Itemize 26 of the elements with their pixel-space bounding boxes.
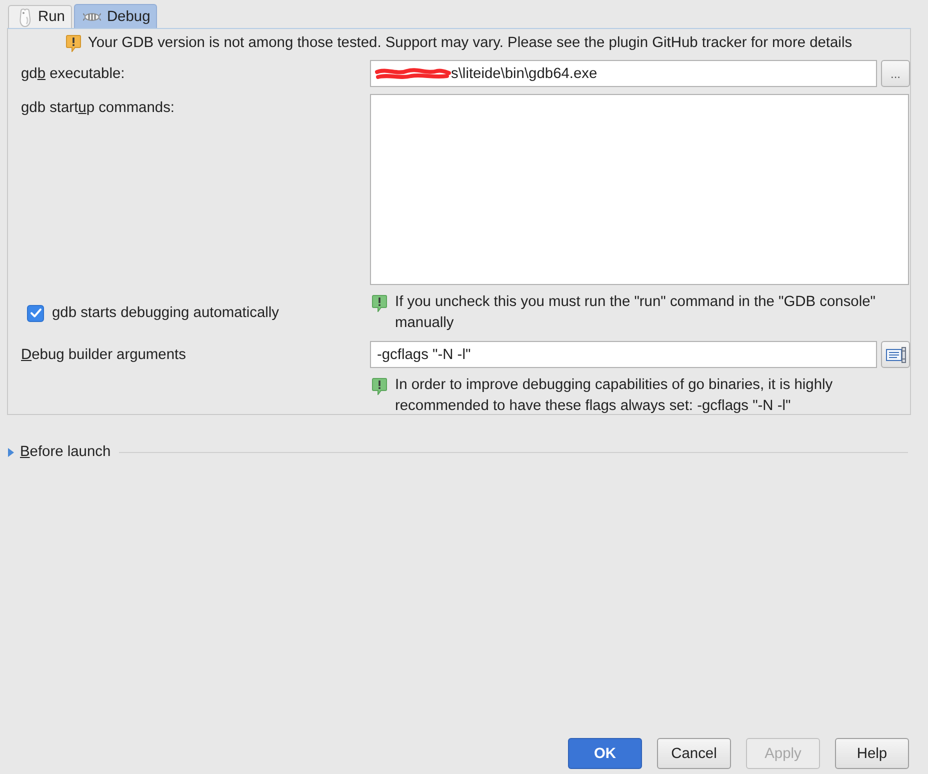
hint-text: If you uncheck this you must run the "run" command in the "GDB console" manually: [395, 293, 876, 333]
bug-icon: [82, 12, 101, 22]
field-label: gdb startup commands:: [21, 99, 176, 116]
checkmark-icon: [30, 308, 42, 318]
checkbox-label[interactable]: gdb starts debugging automatically: [52, 305, 279, 321]
list-icon: [886, 346, 906, 362]
hint-text: In order to improve debugging capabilities of go binaries, it is highly recommended to have these flags always set: -gcflags "-N -l": [395, 376, 834, 416]
edit-arguments-button[interactable]: [881, 341, 910, 368]
field-label: Debug builder arguments: [21, 346, 187, 362]
tab[interactable]: Run: [8, 5, 72, 28]
hint-icon: [372, 295, 387, 312]
browse-button[interactable]: ...: [881, 60, 910, 87]
dialog-button[interactable]: Cancel: [657, 738, 731, 769]
warning-icon: [66, 34, 81, 52]
dialog-button[interactable]: OK: [568, 738, 642, 769]
checkbox[interactable]: [27, 304, 44, 322]
expand-triangle-icon[interactable]: [8, 448, 14, 456]
field-label: gdb executable:: [21, 66, 126, 82]
path-field[interactable]: s\liteide\bin\gdb64.exe: [370, 60, 877, 87]
warning-message: Your GDB version is not among those tested. Support may vary. Please see the plugin GitHub tracker for more details: [88, 35, 852, 51]
mitten-icon: [18, 8, 32, 26]
arguments-field[interactable]: -gcflags "-N -l": [370, 341, 877, 368]
hint-icon: [372, 378, 387, 395]
tab[interactable]: Debug: [74, 4, 158, 28]
dialog-button[interactable]: Help: [835, 738, 909, 769]
section-header[interactable]: Before launch: [20, 444, 111, 460]
